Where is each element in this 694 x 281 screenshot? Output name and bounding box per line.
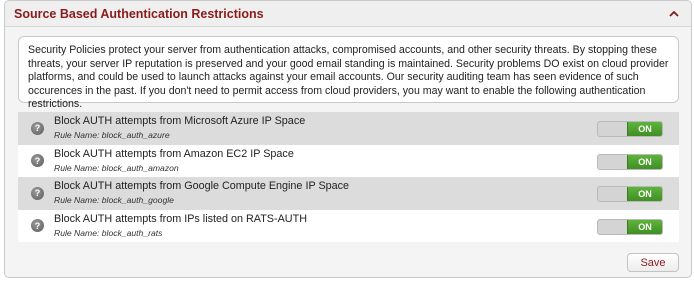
auth-restrictions-panel: Source Based Authentication Restrictions… <box>4 0 692 278</box>
panel-header[interactable]: Source Based Authentication Restrictions <box>5 1 691 27</box>
toggle-on-label: ON <box>627 122 662 136</box>
rule-text: Block AUTH attempts from Amazon EC2 IP S… <box>54 148 679 174</box>
rule-row-amazon: ? Block AUTH attempts from Amazon EC2 IP… <box>18 144 679 177</box>
rules-list: ? Block AUTH attempts from Microsoft Azu… <box>18 112 679 242</box>
rule-name: Rule Name: block_auth_azure <box>54 130 170 141</box>
toggle-block-auth-amazon[interactable]: ON <box>597 153 663 170</box>
rule-text: Block AUTH attempts from IPs listed on R… <box>54 213 679 239</box>
chevron-up-icon[interactable] <box>667 7 681 21</box>
rule-text: Block AUTH attempts from Microsoft Azure… <box>54 115 679 141</box>
help-icon[interactable]: ? <box>31 219 44 233</box>
rule-title: Block AUTH attempts from Google Compute … <box>54 180 350 193</box>
rule-row-google: ? Block AUTH attempts from Google Comput… <box>18 177 679 210</box>
toggle-on-label: ON <box>627 154 662 169</box>
rule-title: Block AUTH attempts from IPs listed on R… <box>54 212 307 225</box>
help-icon[interactable]: ? <box>31 154 44 168</box>
help-icon[interactable]: ? <box>31 121 44 135</box>
rule-name: Rule Name: block_auth_rats <box>54 227 163 238</box>
toggle-block-auth-azure[interactable]: ON <box>597 121 663 137</box>
rule-name: Rule Name: block_auth_google <box>54 195 174 206</box>
rule-title: Block AUTH attempts from Amazon EC2 IP S… <box>54 147 294 160</box>
rule-text: Block AUTH attempts from Google Compute … <box>54 180 679 206</box>
toggle-on-label: ON <box>627 219 662 234</box>
rule-name: Rule Name: block_auth_amazon <box>54 162 179 173</box>
save-button[interactable]: Save <box>627 253 679 272</box>
toggle-on-label: ON <box>627 187 662 201</box>
rule-row-rats: ? Block AUTH attempts from IPs listed on… <box>18 209 679 242</box>
info-text: Security Policies protect your server fr… <box>28 44 669 110</box>
rule-row-azure: ? Block AUTH attempts from Microsoft Azu… <box>18 112 679 145</box>
help-icon[interactable]: ? <box>31 186 44 200</box>
toggle-block-auth-rats[interactable]: ON <box>597 218 663 235</box>
panel-title: Source Based Authentication Restrictions <box>14 6 264 21</box>
toggle-block-auth-google[interactable]: ON <box>597 186 663 202</box>
rule-title: Block AUTH attempts from Microsoft Azure… <box>54 115 306 128</box>
info-box: Security Policies protect your server fr… <box>18 36 679 110</box>
